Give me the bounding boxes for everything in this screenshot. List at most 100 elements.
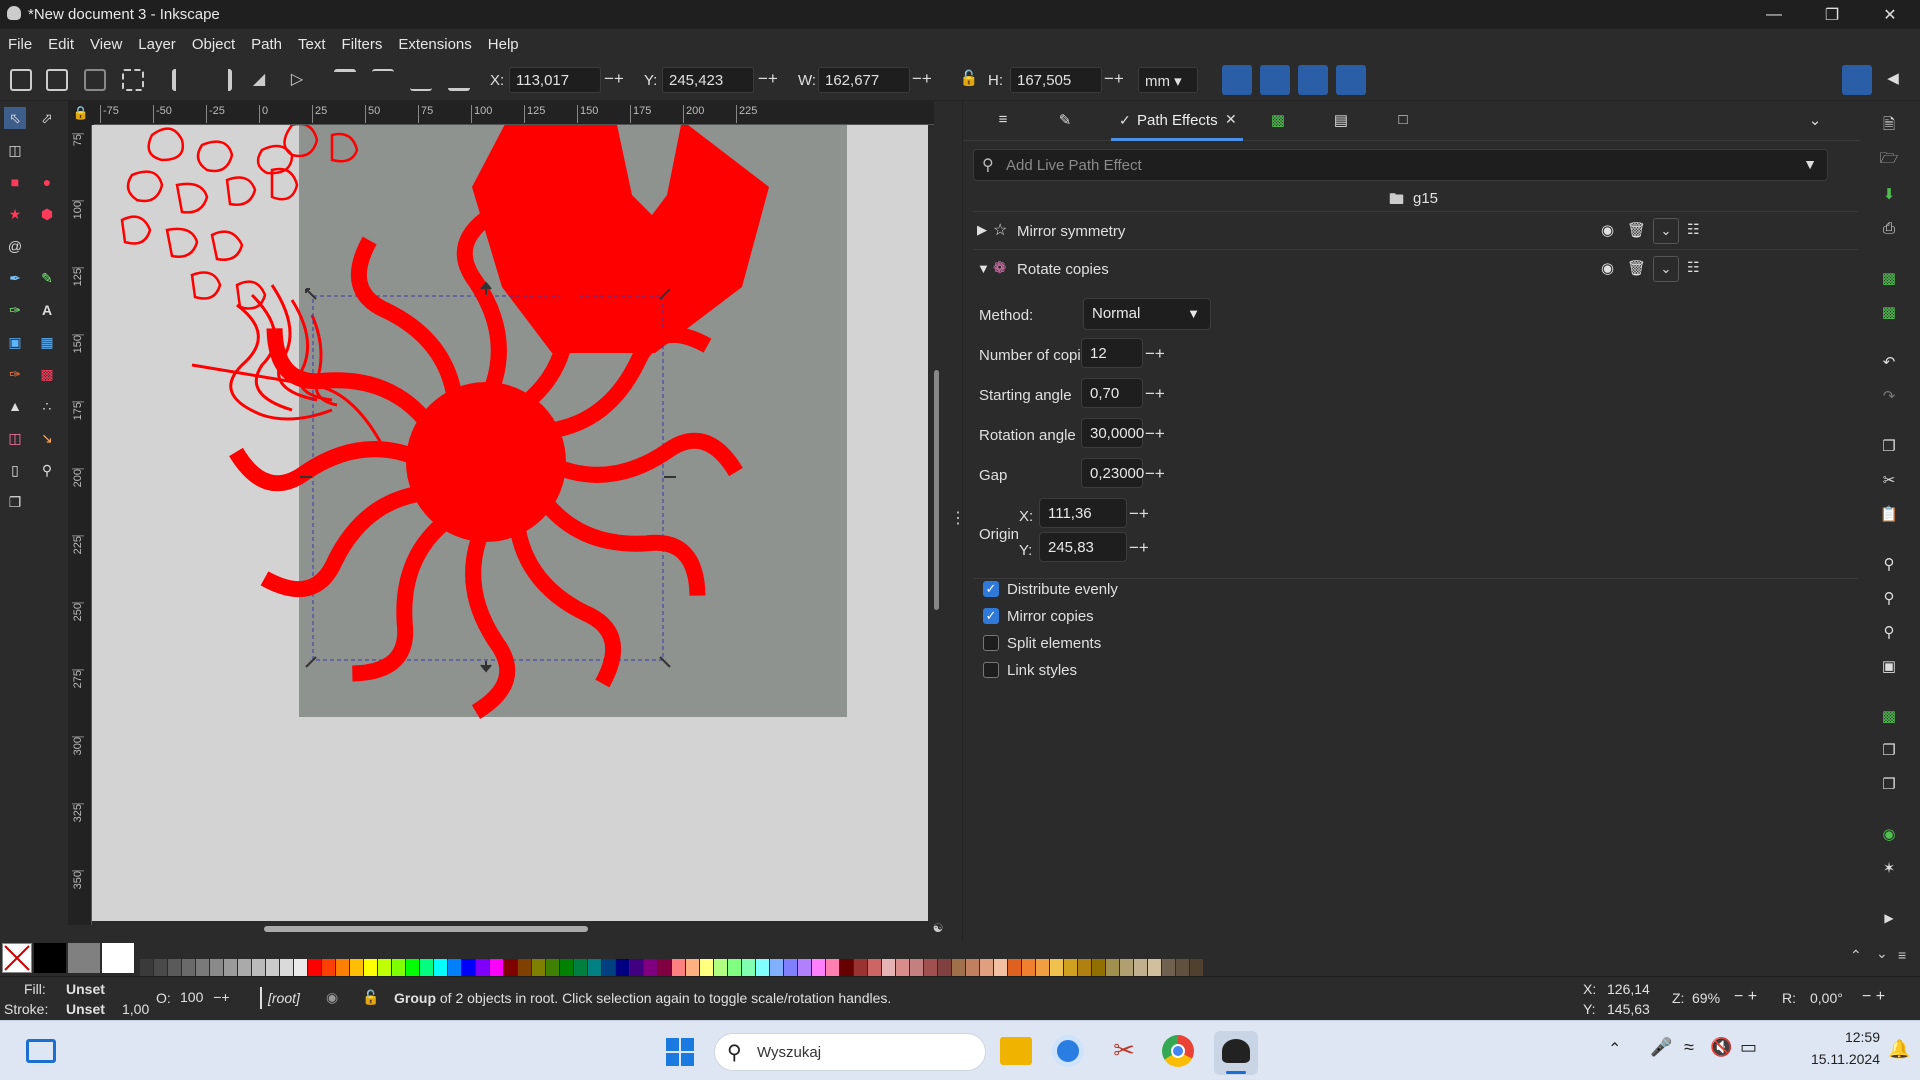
color-swatch[interactable] — [406, 959, 419, 976]
start-button-icon[interactable] — [665, 1037, 695, 1067]
select-all-icon[interactable] — [10, 69, 32, 91]
stroke-width-value[interactable]: 1,00 — [122, 1001, 149, 1017]
clock-time[interactable]: 12:59 — [1830, 1029, 1880, 1045]
color-swatch[interactable] — [560, 959, 573, 976]
node-tool-icon[interactable]: ⬀ — [36, 107, 58, 129]
layer-lock-icon[interactable]: 🔓 — [362, 989, 379, 1006]
color-swatch[interactable] — [364, 959, 377, 976]
color-swatch[interactable] — [588, 959, 601, 976]
swatch-gray[interactable] — [68, 943, 100, 973]
file-explorer-icon[interactable] — [1000, 1037, 1032, 1065]
color-swatch[interactable] — [154, 959, 167, 976]
color-swatch[interactable] — [770, 959, 783, 976]
lower-to-bottom-icon[interactable] — [448, 69, 470, 91]
transform-gradients-icon[interactable] — [1298, 65, 1328, 95]
color-swatch[interactable] — [1190, 959, 1203, 976]
split-elements-checkbox[interactable] — [983, 635, 999, 651]
color-swatch[interactable] — [686, 959, 699, 976]
gradient-tool-icon[interactable]: ▣ — [4, 331, 26, 353]
clone-icon[interactable]: ❐ — [1878, 739, 1900, 761]
menu-object[interactable]: Object — [184, 36, 243, 53]
rotation-angle-input[interactable]: 30,0000 — [1081, 418, 1144, 448]
color-swatch[interactable] — [882, 959, 895, 976]
x-stepper[interactable]: −+ — [604, 70, 624, 87]
scale-corners-icon[interactable] — [1260, 65, 1290, 95]
color-swatch[interactable] — [280, 959, 293, 976]
origin-x-stepper[interactable]: −+ — [1129, 504, 1149, 524]
menu-extensions[interactable]: Extensions — [390, 36, 479, 53]
color-swatch[interactable] — [1078, 959, 1091, 976]
w-input[interactable]: 162,677 — [818, 67, 910, 93]
color-swatch[interactable] — [1050, 959, 1063, 976]
ungroup-icon[interactable]: ✶ — [1878, 857, 1900, 879]
export-icon[interactable]: ▩ — [1878, 301, 1900, 323]
align-tab-icon[interactable]: ▤ — [1331, 111, 1351, 131]
color-swatch[interactable] — [1092, 959, 1105, 976]
lpe-item-mirror[interactable]: ▶ ☆ Mirror symmetry ◉ 🗑 ⌄ ☷ — [973, 211, 1858, 251]
color-swatch[interactable] — [140, 959, 153, 976]
color-swatch[interactable] — [350, 959, 363, 976]
undo-icon[interactable]: ↶ — [1878, 351, 1900, 373]
mute-icon[interactable]: 🔇 — [1710, 1037, 1732, 1058]
color-swatch[interactable] — [826, 959, 839, 976]
palette-scroll-up-icon[interactable]: ⌃ — [1850, 947, 1862, 964]
color-swatch[interactable] — [994, 959, 1007, 976]
tab-path-effects[interactable]: ✓ Path Effects ✕ — [1111, 101, 1243, 141]
import-icon[interactable]: ▩ — [1878, 267, 1900, 289]
visibility-icon[interactable]: ◉ — [1601, 259, 1614, 277]
w-stepper[interactable]: −+ — [912, 70, 932, 87]
color-swatch[interactable] — [434, 959, 447, 976]
shape-builder-icon[interactable]: ◫ — [4, 139, 26, 161]
color-swatch[interactable] — [1036, 959, 1049, 976]
canvas[interactable] — [92, 125, 928, 921]
tabs-menu-icon[interactable]: ⌄ — [1805, 111, 1825, 131]
color-swatch[interactable] — [532, 959, 545, 976]
color-swatch[interactable] — [392, 959, 405, 976]
color-swatch[interactable] — [224, 959, 237, 976]
stroke-value[interactable]: Unset — [66, 1001, 105, 1017]
restore-button[interactable]: ❐ — [1803, 0, 1861, 29]
close-tab-icon[interactable]: ✕ — [1225, 111, 1237, 128]
color-swatch[interactable] — [196, 959, 209, 976]
close-button[interactable]: ✕ — [1861, 0, 1919, 29]
paste-icon[interactable]: 📋 — [1878, 503, 1900, 525]
color-swatch[interactable] — [462, 959, 475, 976]
gap-stepper[interactable]: −+ — [1145, 464, 1165, 484]
layers-tab-icon[interactable]: ≡ — [993, 111, 1013, 131]
color-swatch[interactable] — [616, 959, 629, 976]
color-swatch[interactable] — [854, 959, 867, 976]
copy-icon[interactable]: ❐ — [1878, 435, 1900, 457]
color-swatch[interactable] — [910, 959, 923, 976]
color-swatch[interactable] — [756, 959, 769, 976]
snap-toggle-icon[interactable] — [1842, 65, 1872, 95]
drag-handle-icon[interactable]: ☷ — [1687, 259, 1700, 276]
color-swatch[interactable] — [238, 959, 251, 976]
lpe-item-rotate[interactable]: ▼ ❁ Rotate copies ◉ 🗑 ⌄ ☷ Method: Normal… — [973, 249, 1858, 579]
start-angle-stepper[interactable]: −+ — [1145, 384, 1165, 404]
distribute-evenly-checkbox[interactable]: ✓ — [983, 581, 999, 597]
rect-tool-icon[interactable]: ■ — [4, 171, 26, 193]
start-angle-input[interactable]: 0,70 — [1081, 378, 1143, 408]
color-swatch[interactable] — [812, 959, 825, 976]
color-swatch[interactable] — [742, 959, 755, 976]
fill-stroke-tab-icon[interactable]: ✎ — [1055, 111, 1075, 131]
color-swatch[interactable] — [644, 959, 657, 976]
group-icon[interactable]: ◉ — [1878, 823, 1900, 845]
calligraphy-tool-icon[interactable]: ✑ — [4, 299, 26, 321]
rotation-stepper[interactable]: − + — [1862, 988, 1885, 1006]
eraser-tool-icon[interactable]: ◫ — [4, 427, 26, 449]
drag-handle-icon[interactable]: ☷ — [1687, 221, 1700, 238]
inkscape-taskbar-icon[interactable] — [1214, 1031, 1258, 1075]
color-swatch[interactable] — [448, 959, 461, 976]
menu-filters[interactable]: Filters — [334, 36, 391, 53]
vertical-scrollbar[interactable] — [928, 125, 948, 921]
expand-icon[interactable]: ▶ — [977, 222, 987, 238]
color-swatch[interactable] — [518, 959, 531, 976]
color-swatch[interactable] — [924, 959, 937, 976]
color-swatch[interactable] — [630, 959, 643, 976]
clock-date[interactable]: 15.11.2024 — [1780, 1051, 1880, 1067]
color-swatch[interactable] — [672, 959, 685, 976]
origin-x-input[interactable]: 111,36 — [1039, 498, 1127, 528]
zoom-width-icon[interactable]: ▣ — [1878, 655, 1900, 677]
duplicate-icon[interactable]: ▩ — [1878, 705, 1900, 727]
